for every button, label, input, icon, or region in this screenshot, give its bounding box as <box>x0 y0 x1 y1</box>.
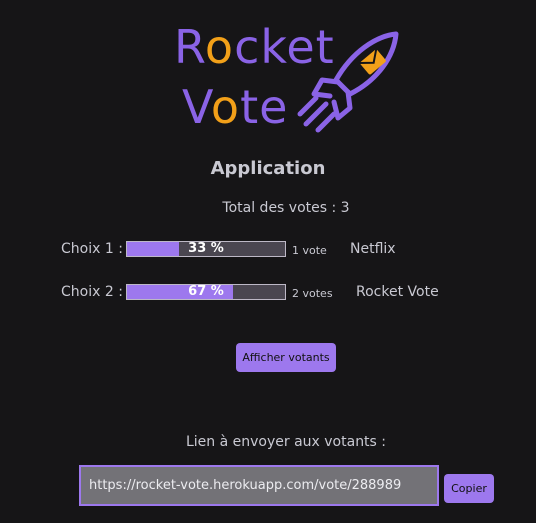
page-title: Application <box>210 158 326 179</box>
choice-label: Choix 1 : <box>61 241 123 257</box>
show-voters-button[interactable]: Afficher votants <box>236 343 336 372</box>
votes-count: 1 vote <box>292 244 327 257</box>
total-votes: Total des votes : 3 <box>0 200 536 216</box>
choice-name: Netflix <box>350 241 396 257</box>
progress-percent: 33 % <box>188 241 224 256</box>
share-link-input[interactable] <box>79 465 439 506</box>
rocket-envelope-icon <box>297 31 399 133</box>
page: Rocket Vote Application Total des votes … <box>0 0 536 523</box>
choice-label: Choix 2 : <box>61 284 123 300</box>
logo-word-vote: Vote <box>182 80 289 134</box>
total-votes-text: Total des votes : 3 <box>222 200 350 216</box>
share-link-label: Lien à envoyer aux votants : <box>185 434 387 450</box>
progress-percent: 67 % <box>188 284 224 299</box>
votes-count: 2 votes <box>292 287 333 300</box>
vote-progress-bar: 33 % <box>126 241 286 257</box>
copy-button[interactable]: Copier <box>444 474 494 503</box>
choice-row-1: Choix 1 : 33 % 1 vote Netflix <box>0 240 536 262</box>
vote-progress-bar: 67 % <box>126 284 286 300</box>
rocket-vote-logo: Rocket Vote <box>168 20 408 138</box>
choice-name: Rocket Vote <box>356 284 439 300</box>
choice-row-2: Choix 2 : 67 % 2 votes Rocket Vote <box>0 283 536 305</box>
